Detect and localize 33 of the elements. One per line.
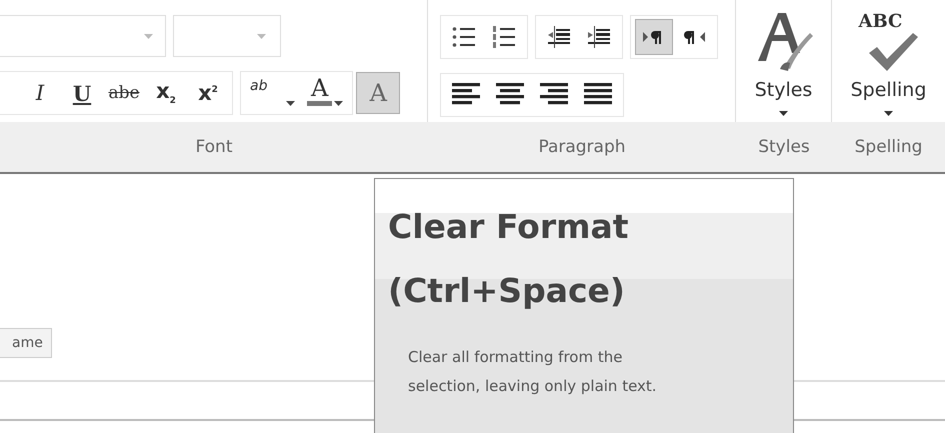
dropdown-arrow-icon (144, 34, 153, 38)
spelling-button[interactable]: ABC Spelling (850, 0, 928, 118)
tooltip-title: Clear Format (Ctrl+Space) (388, 206, 630, 312)
increase-indent-icon (587, 26, 611, 48)
caret-icon (779, 111, 788, 116)
left-to-right-button[interactable] (635, 19, 673, 55)
group-label: Spelling (854, 137, 924, 157)
group-label: Font (194, 137, 234, 157)
group-label: Styles (757, 137, 811, 157)
align-right-icon (540, 83, 568, 107)
paragraph-mark-icon (682, 28, 706, 46)
tooltip-description: Clear all formatting from the selection, leaving only plain text. (408, 347, 658, 397)
decrease-indent-icon (547, 26, 571, 48)
align-justify-icon (584, 83, 612, 107)
numbered-list-icon (492, 26, 516, 48)
dropdown-arrow-icon (257, 34, 266, 38)
caret-icon (286, 101, 295, 106)
caret-icon (334, 101, 344, 106)
align-center-icon (496, 83, 524, 107)
format-button[interactable]: I (20, 75, 60, 111)
format-button[interactable]: abe (104, 75, 144, 111)
clear-format-button[interactable]: A (356, 72, 400, 114)
format-button[interactable]: U (62, 75, 102, 111)
align-left-icon (452, 83, 480, 107)
styles-button[interactable]: Styles (752, 0, 814, 118)
format-button[interactable]: x$_{2}$ (146, 75, 186, 111)
name-button[interactable]: ame (0, 328, 52, 358)
bullet-list-icon (452, 26, 476, 48)
font-color-button[interactable]: A (302, 75, 348, 111)
caret-icon (884, 111, 893, 116)
highlight-button[interactable]: ab (245, 75, 300, 111)
group-label: Paragraph (537, 137, 627, 157)
format-button[interactable]: x$^{2}$ (188, 75, 228, 111)
